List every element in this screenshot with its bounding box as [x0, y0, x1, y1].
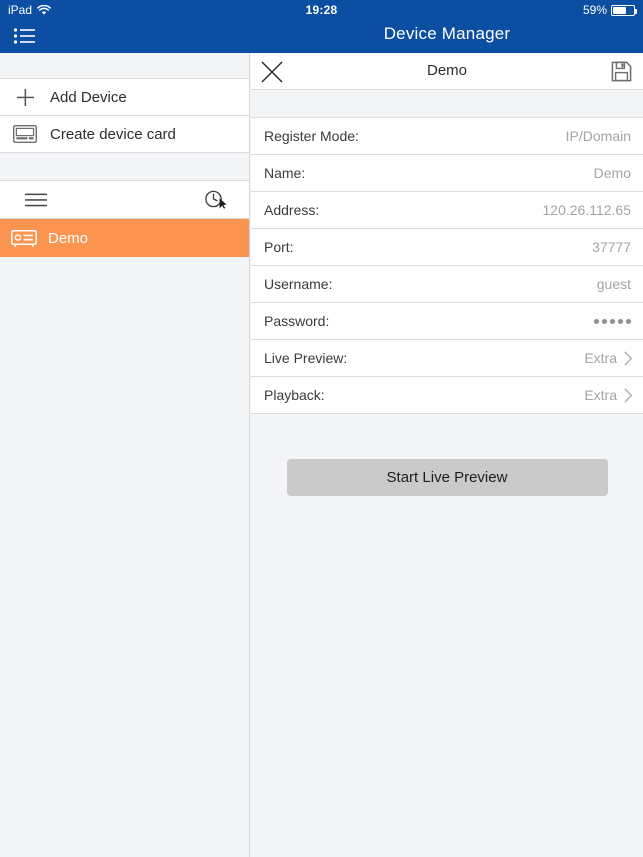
list-menu-icon[interactable] [13, 26, 37, 46]
sidebar-item-demo-device[interactable]: Demo [0, 219, 249, 257]
field-value-group: Extra [584, 387, 633, 403]
battery-percent-label: 59% [582, 3, 607, 17]
field-value: Extra [584, 350, 617, 366]
field-value: Extra [584, 387, 617, 403]
password-mask-dots [594, 318, 631, 324]
sidebar-item-create-device-card[interactable]: Create device card [0, 116, 249, 153]
chevron-right-icon [624, 388, 633, 402]
field-row-address[interactable]: Address: 120.26.112.65 [251, 192, 643, 229]
field-label: Live Preview: [264, 350, 348, 366]
field-label: Password: [264, 313, 330, 329]
field-value-group: Extra [584, 350, 633, 366]
plus-icon [0, 88, 50, 107]
sidebar-section-gap [0, 153, 249, 181]
field-label: Register Mode: [264, 128, 359, 144]
field-row-live-preview[interactable]: Live Preview: Extra [251, 340, 643, 377]
field-row-playback[interactable]: Playback: Extra [251, 377, 643, 414]
nav-bar: Device Manager [0, 20, 643, 53]
device-card-icon [0, 125, 50, 143]
field-row-port[interactable]: Port: 37777 [251, 229, 643, 266]
sidebar-item-label: Add Device [50, 88, 127, 106]
clock-history-icon[interactable] [203, 188, 227, 217]
sidebar-item-label: Demo [48, 229, 89, 247]
field-row-register-mode[interactable]: Register Mode: IP/Domain [251, 118, 643, 155]
detail-panel: Demo Register Mode: IP/Domain Name: Demo… [251, 53, 643, 857]
sidebar: Add Device Create device card Demo [0, 53, 250, 857]
field-label: Username: [264, 276, 333, 292]
field-value: 120.26.112.65 [542, 202, 632, 218]
detail-header: Demo [251, 53, 643, 90]
field-value: Demo [593, 165, 631, 181]
dvr-device-icon [0, 229, 48, 247]
field-value: IP/Domain [565, 128, 631, 144]
sidebar-top-spacer [0, 53, 249, 79]
field-value-masked [594, 318, 631, 324]
field-row-username[interactable]: Username: guest [251, 266, 643, 303]
page-title: Device Manager [383, 24, 511, 43]
status-bar: iPad 19:28 59% [0, 0, 643, 20]
primary-action-area: Start Live Preview [251, 414, 643, 496]
detail-top-spacer [251, 90, 643, 118]
field-label: Port: [264, 239, 294, 255]
field-row-name[interactable]: Name: Demo [251, 155, 643, 192]
hamburger-icon[interactable] [25, 193, 47, 212]
field-label: Name: [264, 165, 306, 181]
sidebar-item-label: Create device card [50, 125, 176, 143]
detail-title: Demo [426, 62, 467, 79]
save-floppy-icon[interactable] [611, 61, 632, 82]
sidebar-group-row[interactable] [0, 181, 249, 219]
field-value: guest [596, 276, 631, 292]
field-label: Address: [264, 202, 320, 218]
status-bar-time: 19:28 [305, 3, 338, 17]
battery-icon [611, 4, 637, 16]
field-row-password[interactable]: Password: [251, 303, 643, 340]
chevron-right-icon [624, 351, 633, 365]
field-label: Playback: [264, 387, 325, 403]
app-root: iPad 19:28 59% Device Manager Add Device… [0, 0, 643, 857]
status-bar-right: 59% [582, 3, 637, 17]
start-live-preview-button[interactable]: Start Live Preview [286, 459, 608, 496]
field-value: 37777 [592, 239, 631, 255]
sidebar-item-add-device[interactable]: Add Device [0, 79, 249, 116]
